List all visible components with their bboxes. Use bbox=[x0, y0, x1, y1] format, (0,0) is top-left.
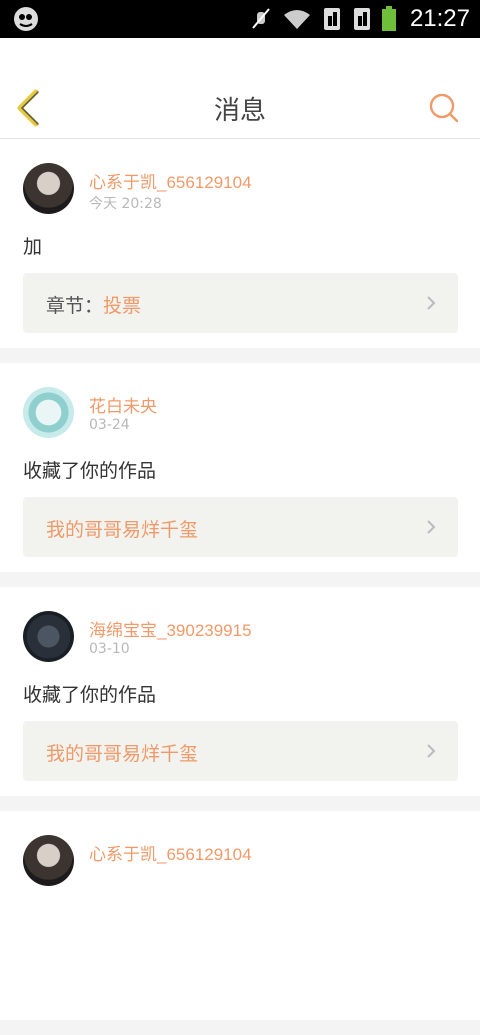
message-text: 收藏了你的作品 bbox=[23, 684, 157, 706]
work-title: 我的哥哥易烊千玺 bbox=[46, 519, 199, 541]
timestamp: 03-10 bbox=[89, 641, 130, 657]
list-item: 花白未央 03-24 收藏了你的作品 我的哥哥易烊千玺 bbox=[0, 363, 480, 572]
message-list: 心系于凯_656129104 今天 20:28 加 章节：投票 花白未央 03-… bbox=[0, 139, 480, 1035]
sim1-icon bbox=[323, 8, 340, 30]
work-title: 我的哥哥易烊千玺 bbox=[46, 743, 199, 765]
chevron-right-icon bbox=[427, 296, 436, 310]
avatar[interactable] bbox=[23, 835, 74, 886]
status-bar: 21:27 bbox=[0, 0, 480, 38]
page-title: 消息 bbox=[213, 96, 266, 126]
chevron-right-icon bbox=[427, 520, 436, 534]
timestamp: 今天 20:28 bbox=[89, 196, 162, 212]
avatar[interactable] bbox=[23, 387, 74, 438]
message-text: 收藏了你的作品 bbox=[23, 460, 157, 482]
clock: 21:27 bbox=[409, 5, 470, 32]
mute-icon bbox=[252, 8, 270, 29]
username[interactable]: 心系于凯_656129104 bbox=[89, 840, 252, 865]
username[interactable]: 花白未央 bbox=[89, 392, 157, 417]
sim2-icon bbox=[353, 8, 370, 30]
list-item: 心系于凯_656129104 bbox=[0, 811, 480, 1020]
avatar[interactable] bbox=[23, 611, 74, 662]
wifi-icon bbox=[283, 10, 310, 29]
app-notification-icon bbox=[14, 7, 38, 31]
username[interactable]: 海绵宝宝_390239915 bbox=[89, 616, 252, 641]
chapter-link[interactable]: 章节：投票 bbox=[23, 273, 458, 333]
message-text: 加 bbox=[23, 236, 43, 258]
timestamp: 03-24 bbox=[89, 417, 130, 433]
chevron-right-icon bbox=[427, 744, 436, 758]
search-icon[interactable] bbox=[428, 92, 460, 124]
list-item: 心系于凯_656129104 今天 20:28 加 章节：投票 bbox=[0, 139, 480, 348]
work-link[interactable]: 我的哥哥易烊千玺 bbox=[23, 497, 458, 557]
avatar[interactable] bbox=[23, 163, 74, 214]
battery-icon bbox=[381, 6, 396, 31]
chapter-label: 章节： bbox=[46, 295, 104, 317]
app-header: 消息 bbox=[0, 38, 480, 139]
work-link[interactable]: 我的哥哥易烊千玺 bbox=[23, 721, 458, 781]
username[interactable]: 心系于凯_656129104 bbox=[89, 168, 252, 193]
chapter-link-text: 章节：投票 bbox=[46, 291, 141, 318]
chapter-value: 投票 bbox=[103, 295, 142, 317]
list-item: 海绵宝宝_390239915 03-10 收藏了你的作品 我的哥哥易烊千玺 bbox=[0, 587, 480, 796]
